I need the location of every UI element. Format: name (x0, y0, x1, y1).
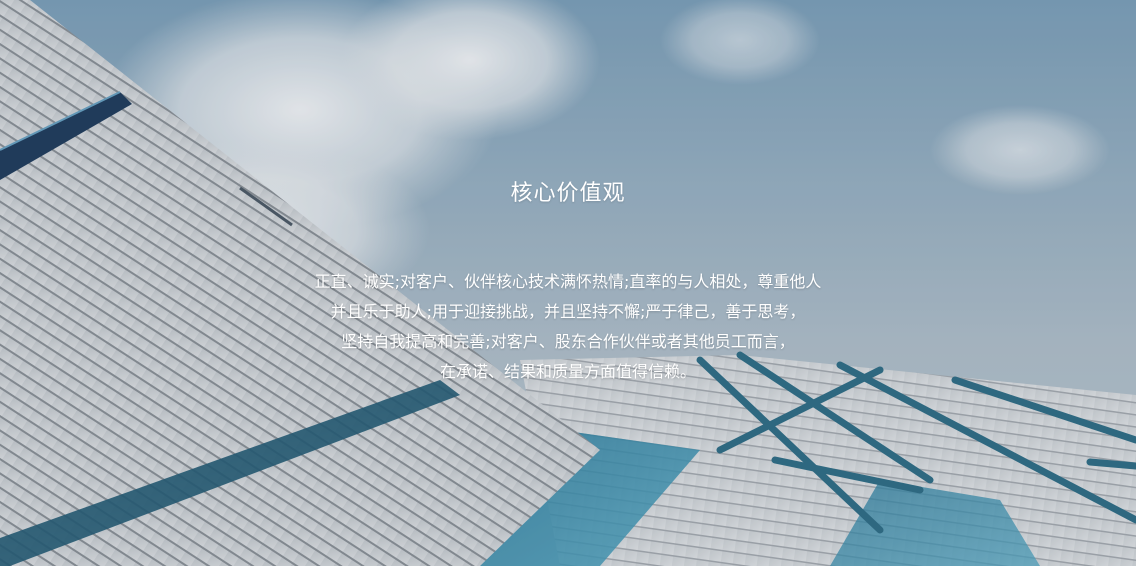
description-line: 并且乐于助人;用于迎接挑战，并且坚持不懈;严于律己，善于思考， (330, 302, 806, 321)
values-description: 正直、诚实;对客户、伙伴核心技术满怀热情;直率的与人相处，尊重他人 并且乐于助人… (0, 267, 1136, 387)
description-line: 正直、诚实;对客户、伙伴核心技术满怀热情;直率的与人相处，尊重他人 (314, 272, 822, 291)
core-values-banner: 核心价值观 正直、诚实;对客户、伙伴核心技术满怀热情;直率的与人相处，尊重他人 … (0, 0, 1136, 566)
section-title: 核心价值观 (510, 181, 626, 206)
description-line: 在承诺、结果和质量方面值得信赖。 (439, 362, 696, 381)
description-line: 坚持自我提高和完善;对客户、股东合作伙伴或者其他员工而言， (341, 332, 795, 351)
